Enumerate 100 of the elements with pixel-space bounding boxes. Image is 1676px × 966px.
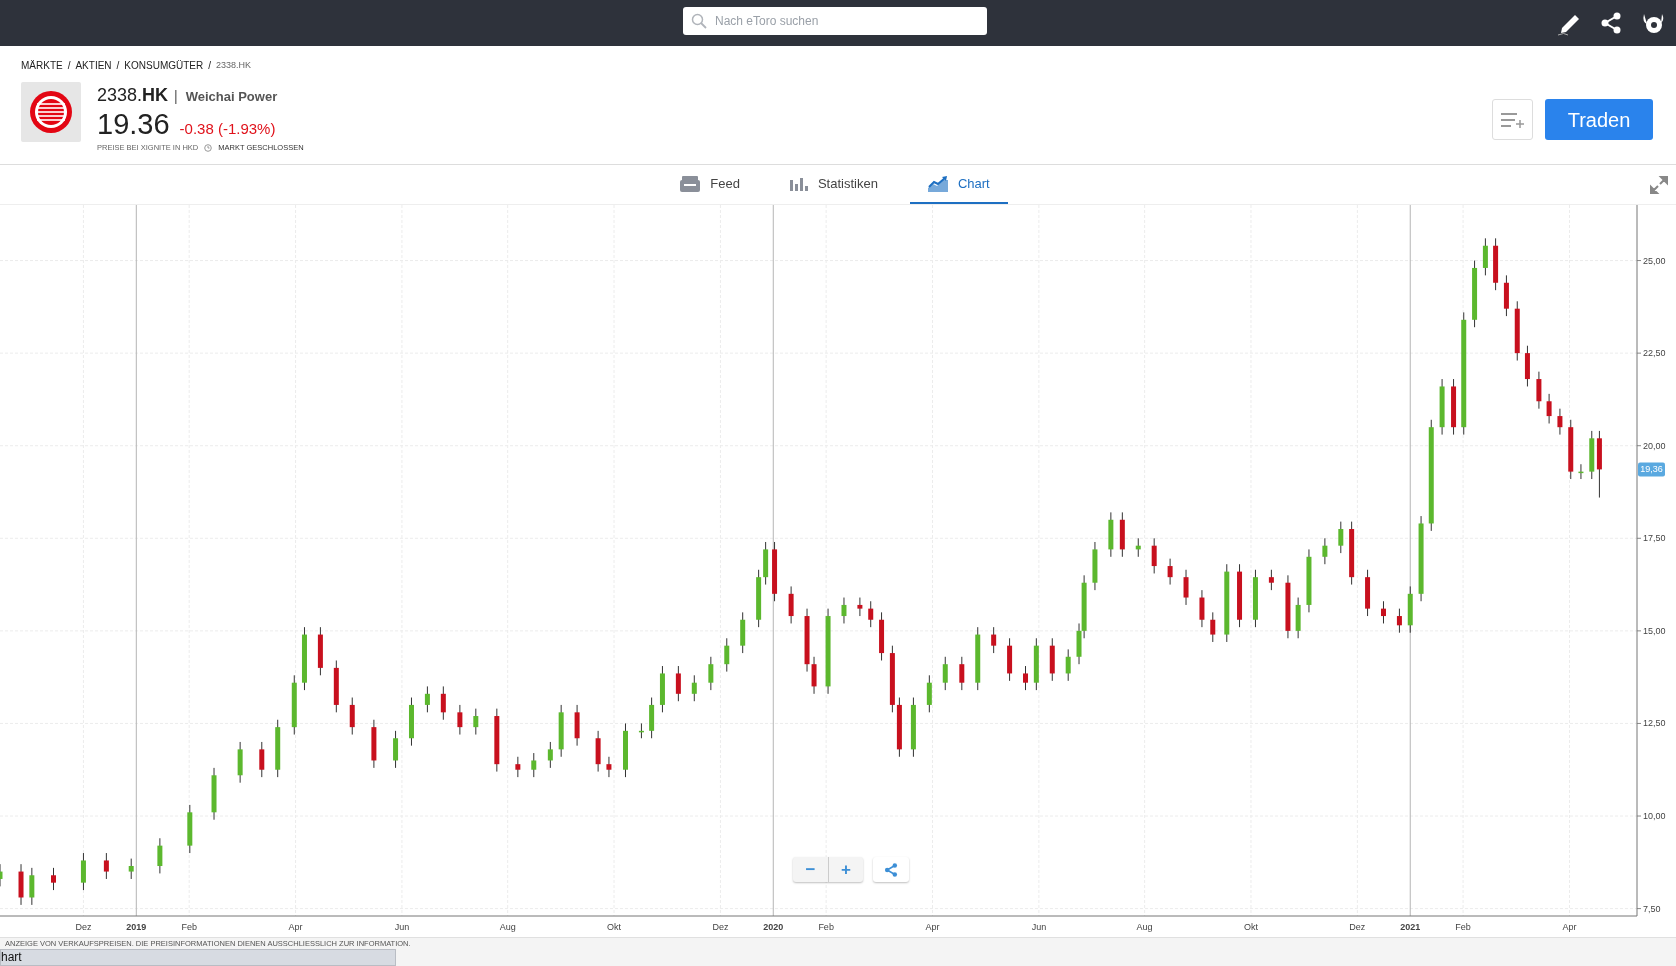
watchlist-button[interactable] [1492,99,1533,140]
candlestick [317,626,323,676]
breadcrumb-link[interactable]: MÄRKTE [21,58,63,73]
candlestick [157,837,163,874]
tab[interactable]: Chart [909,165,1008,204]
instrument-symbol: 2338.HK [97,84,169,107]
y-axis-label: 7,50 [1643,903,1661,914]
candlestick [649,697,655,739]
candlestick [910,697,916,758]
company-name: Weichai Power [185,88,278,106]
candlestick [0,863,3,887]
x-axis-label: Dez [1349,922,1366,932]
candlestick [333,660,339,713]
breadcrumb-separator: / [208,59,212,73]
candlestick [29,867,35,906]
candlestick [473,708,479,736]
candlestick [1514,300,1520,362]
candlestick [659,665,665,713]
candlestick [708,656,714,691]
candlestick [772,541,778,602]
candlestick [1322,537,1328,565]
candlestick [1007,637,1013,682]
candlestick [1092,541,1098,591]
feed-icon [680,175,701,192]
x-axis-label: Aug [1136,922,1153,932]
breadcrumb-link[interactable]: AKTIEN [75,58,112,73]
candlestick [1536,371,1542,410]
bar-chart-icon [789,176,808,191]
candlestick [1295,597,1301,639]
search-field[interactable]: Nach eToro suchen [683,7,987,35]
candlestick [975,626,981,691]
candlestick [595,730,601,773]
candlestick [959,656,965,691]
bottom-tab[interactable]: hart [0,949,396,966]
price: 19.36 [97,107,170,141]
candlestick [301,626,307,691]
y-axis-label: 20,00 [1643,440,1666,451]
candlestick [788,585,794,624]
candlestick [1407,585,1413,634]
candlestick [457,704,463,736]
x-axis-label: Jun [1031,922,1047,932]
title-separator: | [174,87,178,106]
candlestick [1396,608,1402,634]
candlestick [942,656,948,691]
candlestick [1023,665,1028,691]
candlestick [1049,637,1055,682]
candlestick [1482,237,1488,276]
candlestick [691,674,697,702]
tab[interactable]: Statistiken [771,165,896,204]
candlestick [128,858,134,880]
candlestick [1546,393,1552,424]
candlestick [1578,463,1584,480]
x-axis-label: Aug [499,922,516,932]
candlestick [1033,637,1039,691]
candlestick [1268,569,1274,591]
candlestick [531,752,537,778]
trade-button[interactable]: Traden [1545,99,1653,140]
candlestick [1365,569,1371,617]
candlestick [1472,260,1478,328]
candlestick [275,719,281,778]
candlestick [1557,408,1563,436]
candlestick [440,685,446,721]
candlestick [606,756,612,778]
candlestick [1252,569,1258,628]
candlestick [1349,521,1355,586]
breadcrumb-separator: / [116,59,120,73]
x-axis-label: Apr [1562,922,1577,932]
candlestick [1338,521,1344,554]
candlestick [409,697,414,747]
breadcrumb-separator: / [67,59,71,73]
candlestick [1210,611,1216,643]
y-axis-label: 17,50 [1643,533,1666,544]
y-axis-label: 10,00 [1643,811,1666,821]
company-logo [21,82,81,142]
candlestick [1306,548,1312,613]
search-input[interactable]: Nach eToro suchen [715,12,979,30]
candlestick [1183,569,1189,606]
candlestick [1503,274,1509,317]
expand-icon[interactable] [1650,176,1668,194]
candlestick [1381,600,1386,624]
price-tag: 19,36 [1638,462,1665,477]
candlestick [1199,589,1205,628]
candlestick [1135,537,1141,558]
trend-chart-icon [927,175,948,192]
candlestick [1167,558,1173,586]
breadcrumb-link[interactable]: KONSUMGÜTER [124,58,204,73]
x-axis-label: Dez [75,922,92,932]
candlestick [18,863,24,906]
candlestick [1439,378,1445,436]
share-chart-button[interactable] [873,857,909,882]
candlestick [349,697,355,736]
candlestick [841,597,847,624]
tab[interactable]: Feed [662,165,758,204]
x-axis-label: Dez [712,922,729,932]
candlestick [237,741,243,784]
breadcrumb-current: 2338.HK [216,58,252,72]
share-icon[interactable] [1600,12,1622,34]
candlestick [1119,511,1125,558]
x-axis-label: Feb [1455,922,1471,932]
candlestick [558,704,564,758]
